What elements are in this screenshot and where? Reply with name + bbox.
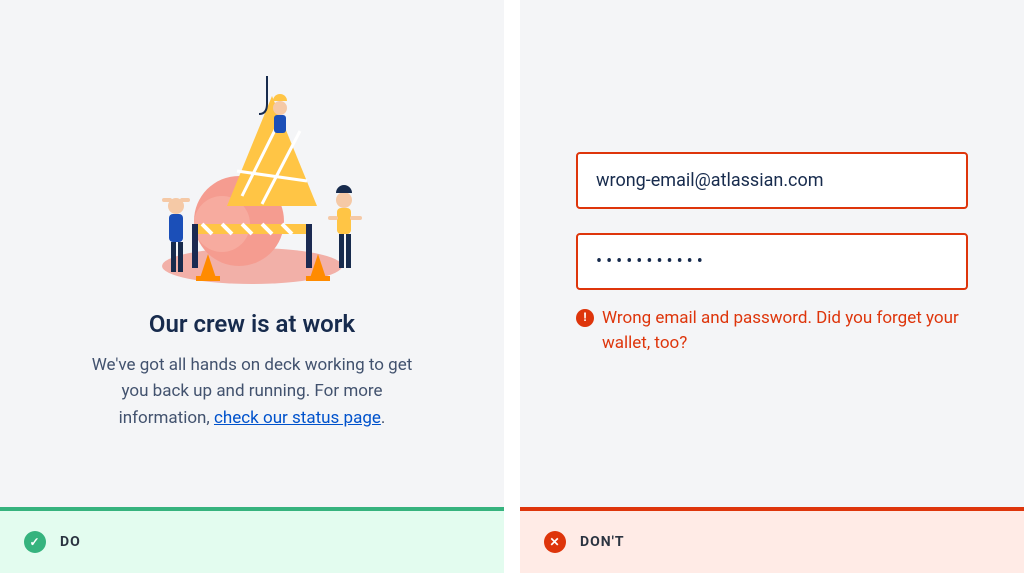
error-message-text: Wrong email and password. Did you forget…: [602, 306, 968, 355]
dont-card-body: wrong-email@atlassian.com ••••••••••• ! …: [520, 0, 1024, 507]
cross-circle-icon: ✕: [544, 531, 566, 553]
status-body-text: We've got all hands on deck working to g…: [82, 352, 422, 431]
password-field[interactable]: •••••••••••: [576, 233, 968, 290]
dont-example-card: wrong-email@atlassian.com ••••••••••• ! …: [520, 0, 1024, 573]
error-icon: !: [576, 309, 594, 327]
email-value: wrong-email@atlassian.com: [596, 170, 824, 191]
dont-footer: ✕ DON'T: [520, 507, 1024, 573]
status-page-link[interactable]: check our status page: [214, 408, 381, 428]
error-message-row: ! Wrong email and password. Did you forg…: [576, 306, 968, 355]
do-label: DO: [60, 534, 81, 550]
do-card-body: Our crew is at work We've got all hands …: [0, 0, 504, 507]
check-circle-icon: ✓: [24, 531, 46, 553]
status-body-suffix: .: [381, 408, 385, 428]
status-heading: Our crew is at work: [149, 310, 355, 338]
dont-label: DON'T: [580, 534, 625, 550]
do-example-card: Our crew is at work We've got all hands …: [0, 0, 504, 573]
email-field[interactable]: wrong-email@atlassian.com: [576, 152, 968, 209]
login-form: wrong-email@atlassian.com ••••••••••• ! …: [576, 152, 968, 355]
do-footer: ✓ DO: [0, 507, 504, 573]
password-masked: •••••••••••: [596, 251, 707, 272]
crew-illustration: [122, 76, 382, 296]
